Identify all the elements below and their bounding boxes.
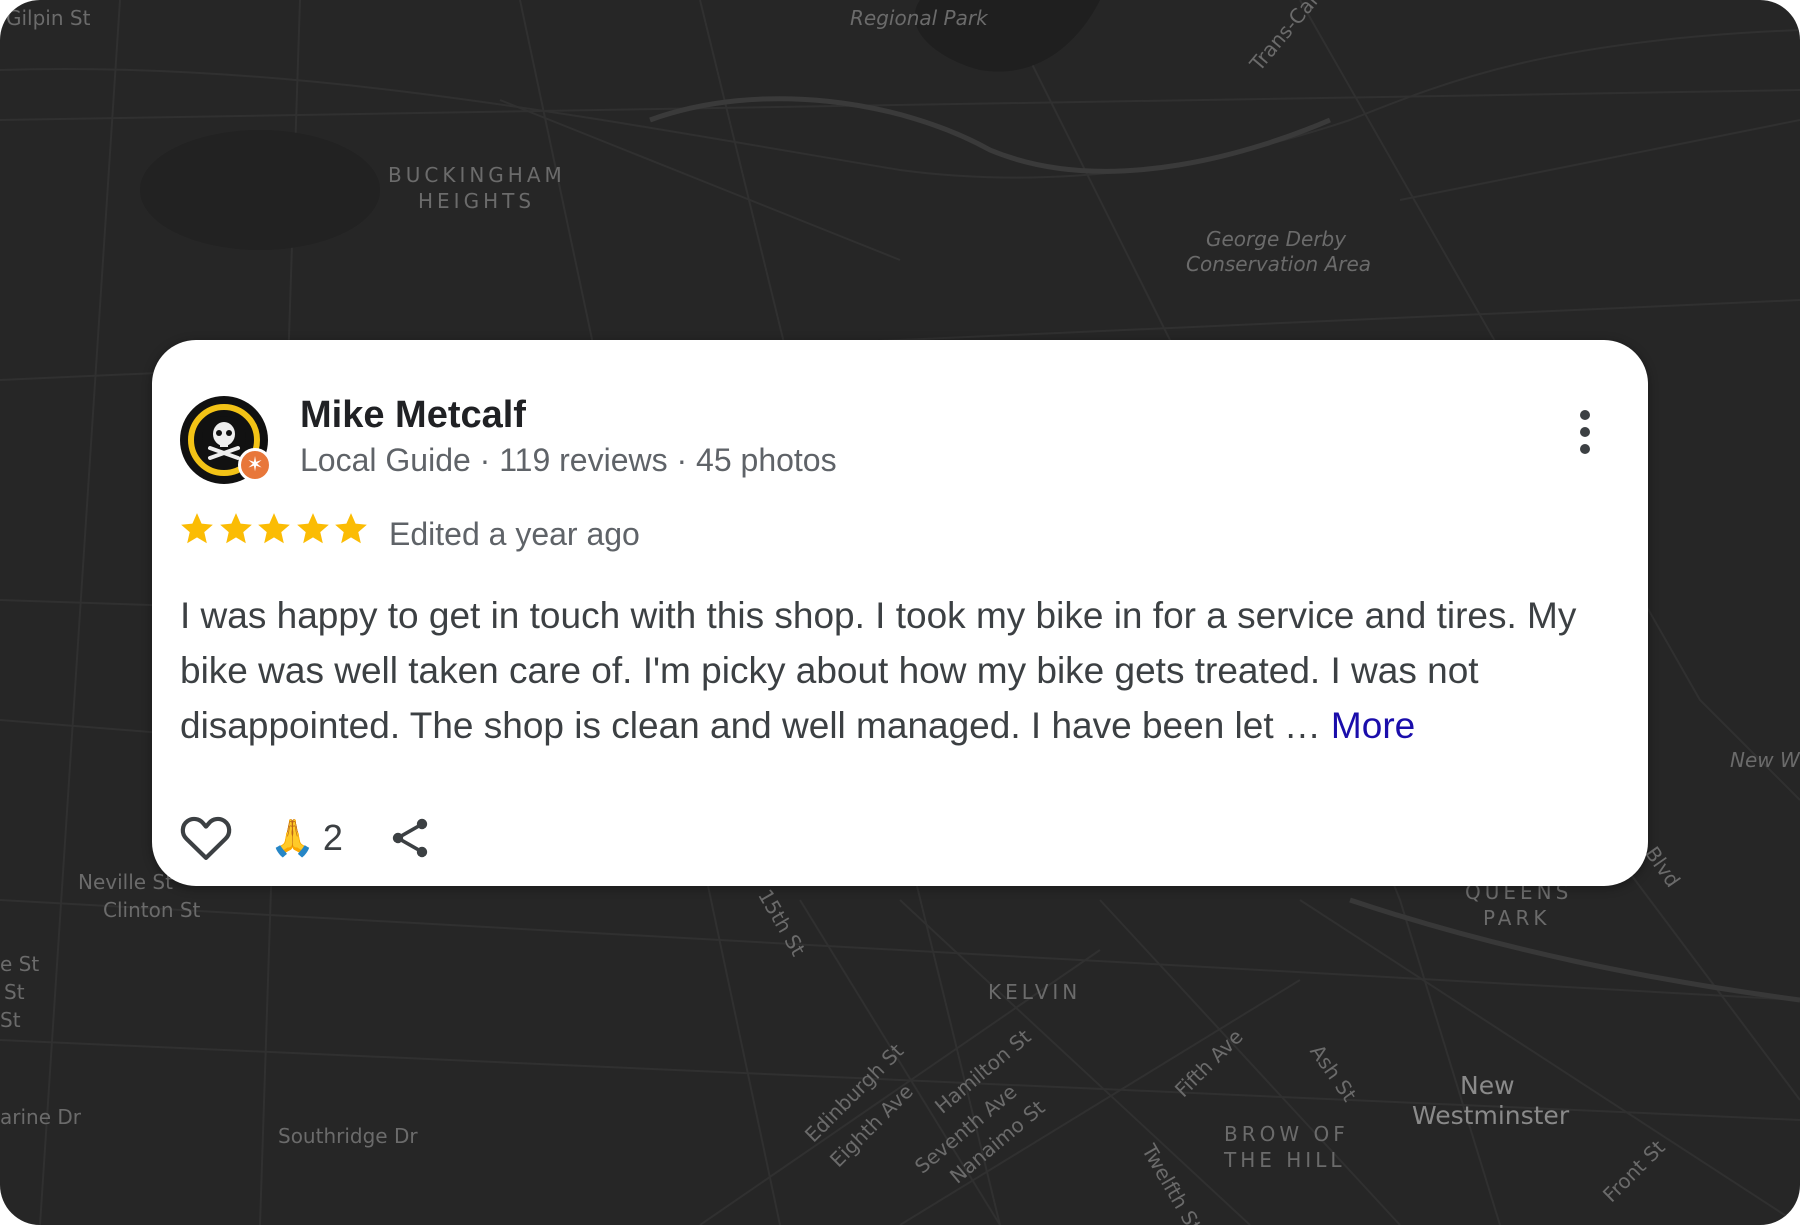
map-label-neville: Neville St bbox=[78, 870, 173, 894]
more-vert-icon bbox=[1580, 410, 1590, 420]
map-label-westminster: Westminster bbox=[1412, 1101, 1570, 1130]
map-label-clinton: Clinton St bbox=[103, 898, 201, 922]
reviewer-name[interactable]: Mike Metcalf bbox=[300, 394, 526, 437]
star-icon bbox=[181, 513, 213, 544]
review-text: I was happy to get in touch with this sh… bbox=[180, 588, 1630, 753]
reaction-button[interactable]: 🙏 2 bbox=[270, 812, 343, 864]
map-label-brow-of: BROW OF bbox=[1224, 1122, 1349, 1146]
star-icon bbox=[335, 513, 367, 544]
folded-hands-icon: 🙏 bbox=[270, 817, 315, 858]
map-label-heights: HEIGHTS bbox=[418, 189, 536, 213]
map-label-gilpin: Gilpin St bbox=[6, 6, 91, 30]
local-guide-star-badge-icon: ✶ bbox=[246, 454, 264, 476]
star-rating bbox=[178, 510, 371, 552]
map-label-new: New bbox=[1460, 1071, 1515, 1100]
map-label-e-st: e St bbox=[0, 952, 40, 976]
reaction-count: 2 bbox=[322, 817, 343, 858]
map-label-regional-park: Regional Park bbox=[850, 6, 988, 30]
review-card: ✶ Mike Metcalf Local Guide · 119 reviews… bbox=[152, 340, 1648, 886]
map-label-conservation-area: Conservation Area bbox=[1186, 252, 1372, 276]
heart-icon bbox=[180, 816, 232, 860]
map-label-new-w: New W bbox=[1730, 748, 1800, 772]
more-options-button[interactable] bbox=[1570, 410, 1600, 466]
map-label-george-derby: George Derby bbox=[1206, 227, 1347, 251]
map-label-marine: arine Dr bbox=[0, 1105, 81, 1129]
share-button[interactable] bbox=[386, 814, 434, 862]
map-label-buckingham: BUCKINGHAM bbox=[388, 163, 566, 187]
more-link[interactable]: More bbox=[1331, 705, 1415, 746]
like-button[interactable] bbox=[178, 810, 234, 866]
map-label-southridge: Southridge Dr bbox=[278, 1124, 418, 1148]
share-icon bbox=[392, 818, 428, 858]
map-label-st-1: St bbox=[4, 980, 25, 1004]
edited-timestamp: Edited a year ago bbox=[389, 516, 640, 552]
map-label-the-hill: THE HILL bbox=[1224, 1148, 1346, 1172]
star-icon bbox=[296, 513, 329, 544]
map-background: Gilpin St Regional Park Trans-Canada Hwy… bbox=[0, 0, 1800, 1225]
star-icon bbox=[219, 513, 252, 544]
reviewer-meta: Local Guide · 119 reviews · 45 photos bbox=[300, 442, 837, 478]
map-label-park: PARK bbox=[1483, 906, 1551, 930]
map-label-st-2: St bbox=[0, 1008, 21, 1032]
star-icon bbox=[258, 513, 290, 544]
map-label-kelvin: KELVIN bbox=[988, 980, 1082, 1004]
local-guide-badge: ✶ bbox=[238, 448, 272, 482]
